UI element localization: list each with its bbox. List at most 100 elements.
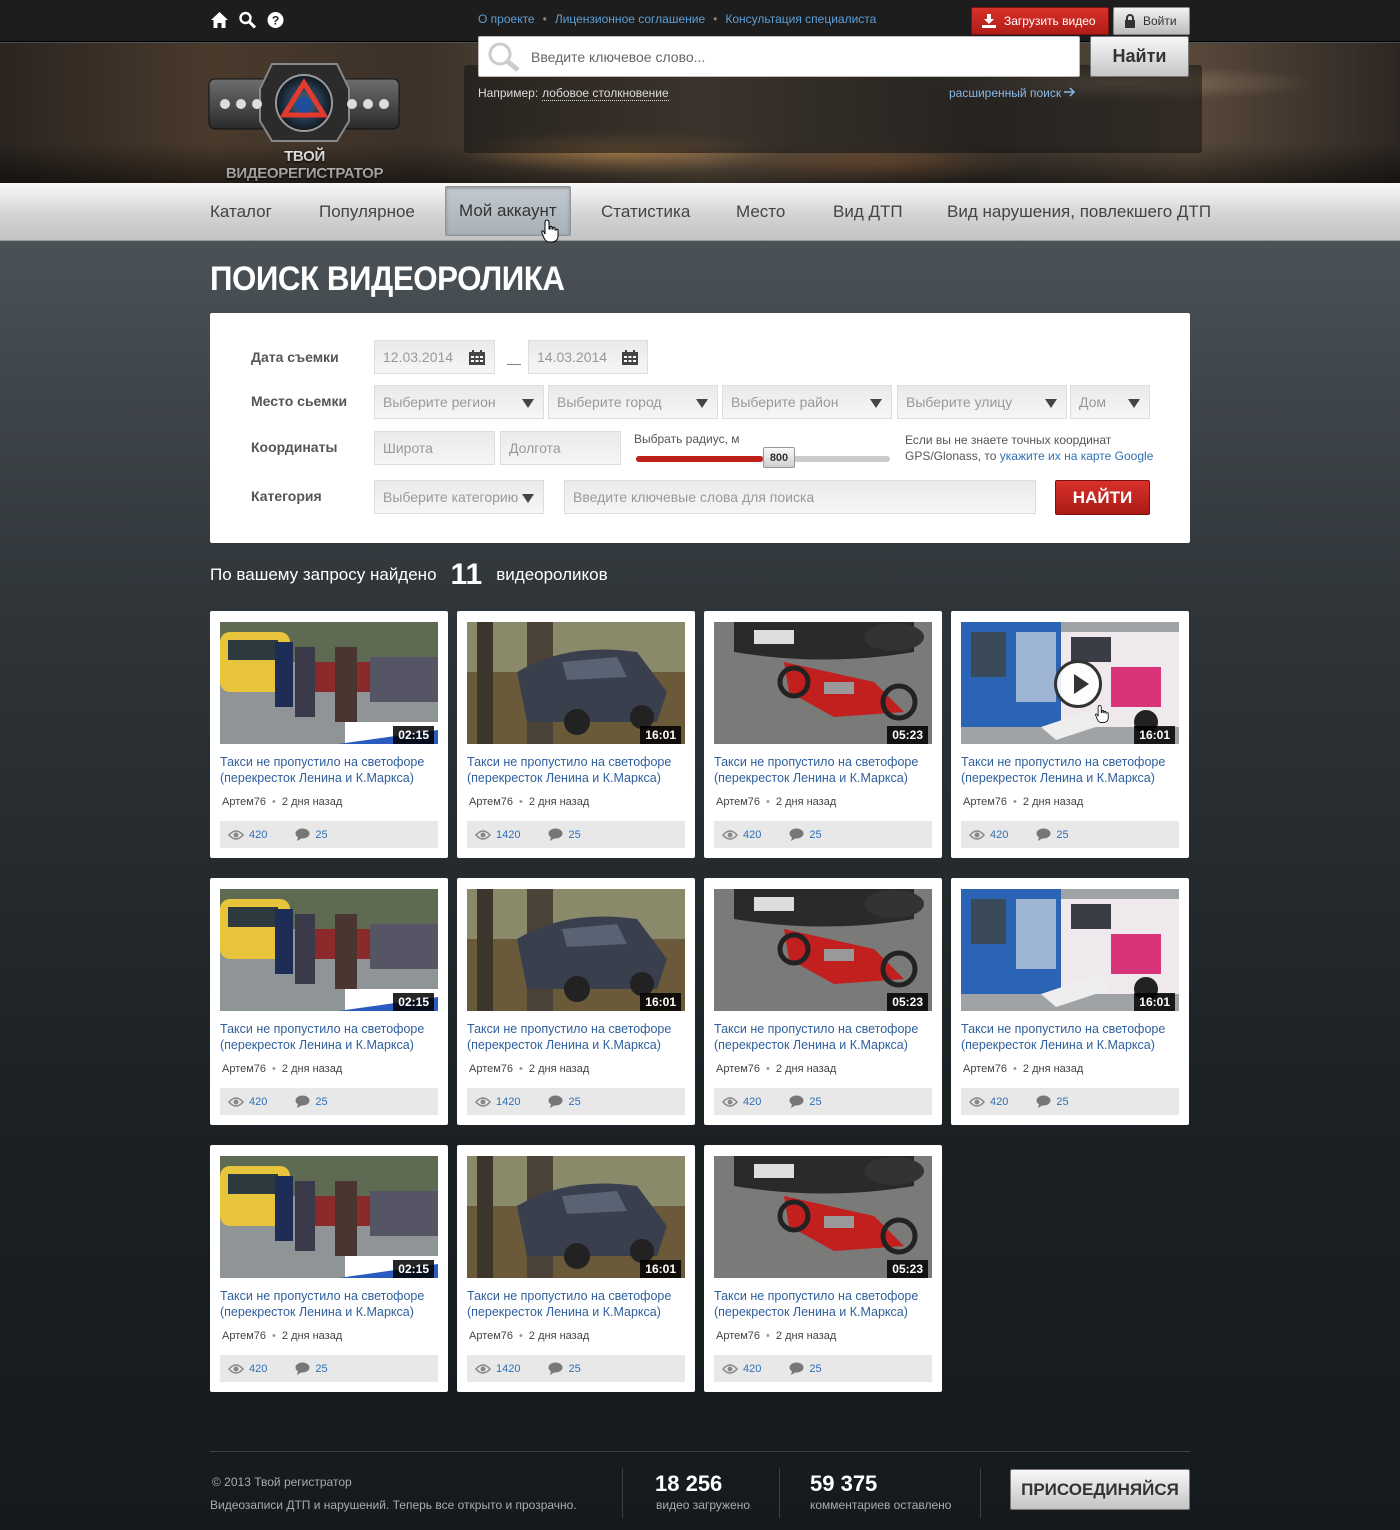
district-select[interactable]: Выберите район [722, 385, 892, 419]
longitude-input[interactable]: Долгота [500, 431, 621, 465]
separator: • [766, 1330, 770, 1342]
comments-stat: 25 [295, 1095, 328, 1108]
keywords-input[interactable]: Введите ключевые слова для поиска [564, 480, 1036, 514]
play-icon[interactable] [1054, 660, 1102, 708]
video-thumbnail[interactable]: 16:01 [467, 1156, 685, 1278]
street-select[interactable]: Выберите улицу [897, 385, 1067, 419]
latitude-placeholder: Широта [383, 440, 433, 456]
video-author[interactable]: Артем76 [469, 1063, 513, 1075]
footer-separator [622, 1468, 623, 1518]
video-author[interactable]: Артем76 [716, 1330, 760, 1342]
video-date: 2 дня назад [1022, 1063, 1084, 1075]
video-title[interactable]: Такси не пропустило на светофоре (перекр… [961, 754, 1183, 786]
nav-accident-type[interactable]: Вид ДТП [833, 183, 903, 241]
video-thumbnail[interactable]: 05:23 [714, 622, 932, 744]
video-title[interactable]: Такси не пропустило на светофоре (перекр… [220, 754, 442, 786]
video-title[interactable]: Такси не пропустило на светофоре (перекр… [220, 1021, 442, 1053]
comments-count: 25 [315, 1095, 328, 1108]
advanced-search-link[interactable]: расширенный поиск [949, 86, 1076, 100]
video-title[interactable]: Такси не пропустило на светофоре (перекр… [714, 754, 936, 786]
comment-icon [295, 1362, 310, 1375]
video-date: 2 дня назад [281, 796, 343, 808]
video-author[interactable]: Артем76 [963, 796, 1007, 808]
comments-stat: 25 [1036, 1095, 1069, 1108]
date-to-input[interactable]: 14.03.2014 [528, 340, 648, 374]
radius-slider[interactable]: 800 [636, 447, 890, 468]
site-logo[interactable]: ТВОЙ ВИДЕОРЕГИСТРАТОР [207, 59, 402, 182]
date-from-input[interactable]: 12.03.2014 [374, 340, 495, 374]
region-select[interactable]: Выберите регион [374, 385, 544, 419]
district-placeholder: Выберите район [731, 394, 839, 410]
find-button[interactable]: НАЙТИ [1055, 480, 1150, 515]
video-author[interactable]: Артем76 [469, 1330, 513, 1342]
video-card[interactable]: 02:15 Такси не пропустило на светофоре (п… [210, 878, 448, 1125]
video-title[interactable]: Такси не пропустило на светофоре (перекр… [467, 754, 689, 786]
video-title[interactable]: Такси не пропустило на светофоре (перекр… [714, 1021, 936, 1053]
search-button[interactable]: Найти [1090, 36, 1189, 77]
dropdown-arrow-icon [696, 399, 708, 408]
video-author[interactable]: Артем76 [716, 796, 760, 808]
video-title[interactable]: Такси не пропустило на светофоре (перекр… [220, 1288, 442, 1320]
join-button[interactable]: ПРИСОЕДИНЯЙСЯ [1010, 1469, 1190, 1510]
latitude-input[interactable]: Широта [374, 431, 495, 465]
video-thumbnail[interactable]: 02:15 [220, 889, 438, 1011]
video-author[interactable]: Артем76 [222, 796, 266, 808]
video-author[interactable]: Артем76 [222, 1063, 266, 1075]
video-card[interactable]: 16:01 Такси не пропустило на светофоре (п… [457, 878, 695, 1125]
video-stats: 420 25 [961, 821, 1179, 848]
search-icon[interactable] [238, 10, 257, 30]
video-title[interactable]: Такси не пропустило на светофоре (перекр… [961, 1021, 1183, 1053]
date-from-value: 12.03.2014 [383, 349, 454, 365]
main-nav: Каталог Популярное Мой аккаунт Статистик… [0, 183, 1400, 241]
video-title[interactable]: Такси не пропустило на светофоре (перекр… [714, 1288, 936, 1320]
date-label: Дата съемки [251, 349, 339, 365]
video-duration: 16:01 [640, 726, 681, 744]
link-consult[interactable]: Консультация специалиста [725, 12, 876, 26]
nav-place[interactable]: Место [736, 183, 785, 241]
nav-catalog[interactable]: Каталог [210, 183, 272, 241]
nav-violation-type[interactable]: Вид нарушения, повлекшего ДТП [947, 183, 1211, 241]
video-thumbnail[interactable]: 05:23 [714, 889, 932, 1011]
video-thumbnail[interactable]: 02:15 [220, 1156, 438, 1278]
video-thumbnail[interactable]: 05:23 [714, 1156, 932, 1278]
search-input[interactable]: Введите ключевое слово... [478, 36, 1080, 77]
google-map-link[interactable]: укажите их на карте Google [1000, 449, 1154, 463]
category-select[interactable]: Выберите категорию [374, 480, 544, 514]
video-card[interactable]: 02:15 Такси не пропустило на светофоре (п… [210, 1145, 448, 1392]
video-card[interactable]: 02:15 Такси не пропустило на светофоре (п… [210, 611, 448, 858]
video-thumbnail[interactable]: 02:15 [220, 622, 438, 744]
login-button[interactable]: Войти [1113, 7, 1190, 35]
svg-text:?: ? [272, 14, 279, 28]
home-icon[interactable] [210, 10, 229, 30]
video-author[interactable]: Артем76 [963, 1063, 1007, 1075]
nav-popular[interactable]: Популярное [319, 183, 415, 241]
video-title[interactable]: Такси не пропустило на светофоре (перекр… [467, 1288, 689, 1320]
video-card[interactable]: 05:23 Такси не пропустило на светофоре (п… [704, 611, 942, 858]
radius-slider-handle[interactable]: 800 [763, 447, 795, 468]
house-select[interactable]: Дом [1070, 385, 1150, 419]
video-thumbnail[interactable]: 16:01 [467, 622, 685, 744]
video-card[interactable]: 16:01 Такси не пропустило на светофоре (п… [457, 1145, 695, 1392]
video-author[interactable]: Артем76 [469, 796, 513, 808]
video-thumbnail[interactable]: 16:01 [467, 889, 685, 1011]
city-select[interactable]: Выберите город [548, 385, 718, 419]
video-card[interactable]: 05:23 Такси не пропустило на светофоре (п… [704, 1145, 942, 1392]
video-author[interactable]: Артем76 [716, 1063, 760, 1075]
video-title[interactable]: Такси не пропустило на светофоре (перекр… [467, 1021, 689, 1053]
nav-statistics[interactable]: Статистика [601, 183, 690, 241]
example-link[interactable]: лобовое столкновение [542, 86, 669, 101]
video-author[interactable]: Артем76 [222, 1330, 266, 1342]
video-card[interactable]: 16:01 Такси не пропустило на светофоре (п… [457, 611, 695, 858]
video-thumbnail[interactable]: 16:01 [961, 622, 1179, 744]
views-stat: 420 [228, 829, 267, 841]
video-card[interactable]: 16:01 Такси не пропустило на светофоре (п… [951, 878, 1189, 1125]
video-card[interactable]: 16:01 Такси не пропустило на светофоре (п… [951, 611, 1189, 858]
link-about[interactable]: О проекте [478, 12, 535, 26]
video-card[interactable]: 05:23 Такси не пропустило на светофоре (п… [704, 878, 942, 1125]
video-thumbnail[interactable]: 16:01 [961, 889, 1179, 1011]
help-icon[interactable]: ? [266, 10, 285, 30]
region-placeholder: Выберите регион [383, 394, 496, 410]
upload-video-button[interactable]: Загрузить видео [971, 7, 1109, 35]
video-duration: 16:01 [1134, 726, 1175, 744]
link-license[interactable]: Лицензионное соглашение [555, 12, 705, 26]
